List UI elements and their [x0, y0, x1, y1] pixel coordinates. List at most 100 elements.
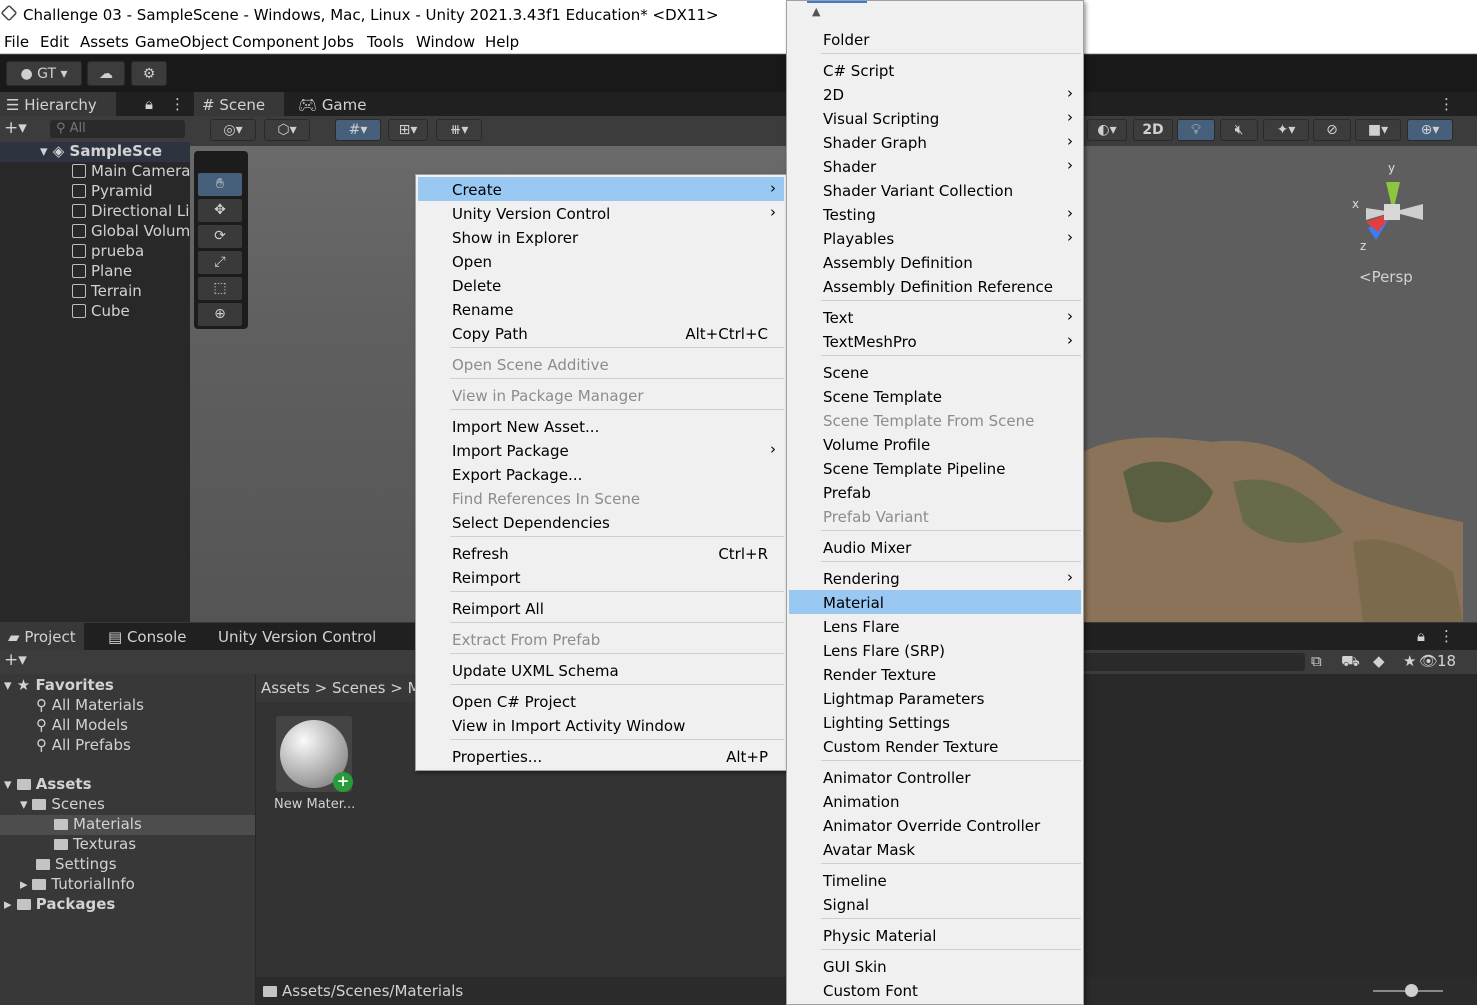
tree-packages[interactable]: ▸ Packages — [0, 895, 255, 915]
create-item-physic-material[interactable]: Physic Material — [789, 923, 1081, 947]
account-button[interactable]: ● GT ▾ — [6, 61, 82, 86]
hierarchy-item[interactable]: Plane — [0, 262, 190, 282]
hierarchy-item[interactable]: Directional Li — [0, 202, 190, 222]
grid-snap-button[interactable]: #▾ — [335, 119, 381, 141]
more-icon[interactable]: ⋮ — [1439, 627, 1454, 645]
hierarchy-item[interactable]: prueba — [0, 242, 190, 262]
add-icon[interactable]: +▾ — [4, 118, 27, 138]
audio-toggle-button[interactable]: 🔇︎ — [1220, 119, 1258, 141]
create-item-shader-graph[interactable]: Shader Graph › — [789, 130, 1081, 154]
menu-assets[interactable]: Assets — [80, 33, 129, 51]
tab-console[interactable]: ▤ Console — [100, 623, 195, 650]
create-item-text[interactable]: Text › — [789, 305, 1081, 329]
create-item-testing[interactable]: Testing › — [789, 202, 1081, 226]
ctx-item-open[interactable]: Open — [418, 249, 784, 273]
create-item-signal[interactable]: Signal — [789, 892, 1081, 916]
menu-window[interactable]: Window — [416, 33, 475, 51]
tab-hierarchy[interactable]: ☰ Hierarchy — [0, 92, 116, 116]
filter-type-icon[interactable]: ⧉ — [1311, 652, 1322, 670]
tree-item[interactable]: ⚲ All Materials — [0, 696, 255, 716]
ctx-item-delete[interactable]: Delete — [418, 273, 784, 297]
tree-item[interactable]: Texturas — [0, 835, 255, 855]
tree-assets[interactable]: ▾ Assets — [0, 775, 255, 795]
create-item-custom-font[interactable]: Custom Font — [789, 978, 1081, 1002]
create-item-material[interactable]: Material — [789, 590, 1081, 614]
tab-scene[interactable]: # Scene — [194, 92, 284, 116]
create-item-lens-flare[interactable]: Lens Flare — [789, 614, 1081, 638]
create-item-c-script[interactable]: C# Script — [789, 58, 1081, 82]
ctx-item-show-in-explorer[interactable]: Show in Explorer — [418, 225, 784, 249]
tree-item[interactable]: ⚲ All Prefabs — [0, 736, 255, 756]
create-item-prefab[interactable]: Prefab — [789, 480, 1081, 504]
tag-icon[interactable]: ◆ — [1373, 652, 1385, 670]
filter-label-icon[interactable]: ⛟ — [1341, 652, 1360, 672]
create-item-scene[interactable]: Scene — [789, 360, 1081, 384]
ctx-item-import-package[interactable]: Import Package › — [418, 438, 784, 462]
breadcrumb-item[interactable]: Scenes — [332, 679, 386, 697]
menu-edit[interactable]: Edit — [40, 33, 69, 51]
create-item-lighting-settings[interactable]: Lighting Settings — [789, 710, 1081, 734]
hierarchy-item[interactable]: Pyramid — [0, 182, 190, 202]
create-item-custom-render-texture[interactable]: Custom Render Texture — [789, 734, 1081, 758]
create-item-scene-template[interactable]: Scene Template — [789, 384, 1081, 408]
lighting-toggle-button[interactable]: 💡︎ — [1177, 119, 1215, 141]
lock-icon[interactable]: 🔒︎ — [1417, 627, 1425, 645]
ctx-item-copy-path[interactable]: Copy Path Alt+Ctrl+C — [418, 321, 784, 345]
draw-mode-button[interactable]: ◎▾ — [210, 119, 256, 141]
projection-label[interactable]: <Persp — [1359, 268, 1413, 286]
breadcrumb-item[interactable]: Assets — [261, 679, 310, 697]
2d-toggle-button[interactable]: 2D — [1133, 119, 1173, 141]
create-item-folder[interactable]: Folder — [789, 27, 1081, 51]
star-icon[interactable]: ★ — [1403, 652, 1416, 670]
create-item-visual-scripting[interactable]: Visual Scripting › — [789, 106, 1081, 130]
zoom-slider-handle[interactable] — [1405, 984, 1418, 997]
gizmos-button[interactable]: ⊕▾ — [1407, 119, 1453, 141]
project-search-input[interactable] — [1083, 653, 1305, 671]
create-item-textmeshpro[interactable]: TextMeshPro › — [789, 329, 1081, 353]
create-item-audio-mixer[interactable]: Audio Mixer — [789, 535, 1081, 559]
menu-tools[interactable]: Tools — [367, 33, 404, 51]
render-mode-button[interactable]: ⬡▾ — [264, 119, 310, 141]
menu-file[interactable]: File — [4, 33, 29, 51]
hierarchy-item[interactable]: Terrain — [0, 282, 190, 302]
ctx-item-unity-version-control[interactable]: Unity Version Control › — [418, 201, 784, 225]
scroll-up-icon[interactable]: ▲ — [812, 5, 820, 18]
create-item-animator-override-controller[interactable]: Animator Override Controller — [789, 813, 1081, 837]
material-asset-tile[interactable]: + — [276, 716, 353, 792]
create-item-animation[interactable]: Animation — [789, 789, 1081, 813]
ctx-item-reimport-all[interactable]: Reimport All — [418, 596, 784, 620]
menu-help[interactable]: Help — [485, 33, 519, 51]
menu-jobs[interactable]: Jobs — [323, 33, 354, 51]
tree-item[interactable]: ⚲ All Models — [0, 716, 255, 736]
create-item-gui-skin[interactable]: GUI Skin — [789, 954, 1081, 978]
ctx-item-refresh[interactable]: Refresh Ctrl+R — [418, 541, 784, 565]
create-item-playables[interactable]: Playables › — [789, 226, 1081, 250]
ruler-button[interactable]: ⧻▾ — [436, 119, 482, 141]
ctx-item-view-in-import-activity-window[interactable]: View in Import Activity Window — [418, 713, 784, 737]
ctx-item-create[interactable]: Create › — [418, 177, 784, 201]
camera-button[interactable]: ■▾ — [1355, 119, 1401, 141]
create-item-shader-variant-collection[interactable]: Shader Variant Collection — [789, 178, 1081, 202]
scene-root-item[interactable]: ▾ ◈ SampleSce — [0, 142, 190, 162]
create-item-assembly-definition[interactable]: Assembly Definition — [789, 250, 1081, 274]
collab-button[interactable]: ⚙ — [131, 61, 167, 86]
tab-game[interactable]: 🎮︎ Game — [296, 92, 366, 116]
tab-version-control[interactable]: Unity Version Control — [210, 623, 384, 650]
create-item-timeline[interactable]: Timeline — [789, 868, 1081, 892]
ctx-item-reimport[interactable]: Reimport — [418, 565, 784, 589]
orientation-gizmo[interactable]: y x z — [1338, 162, 1448, 272]
hidden-objects-button[interactable]: ⊘ — [1313, 119, 1351, 141]
create-item-animator-controller[interactable]: Animator Controller — [789, 765, 1081, 789]
tab-project[interactable]: ▰ Project — [0, 623, 84, 650]
tree-item[interactable]: ▾ Scenes — [0, 795, 255, 815]
ctx-item-rename[interactable]: Rename — [418, 297, 784, 321]
scale-tool-button[interactable]: ⤢ — [198, 251, 242, 274]
tree-favorites[interactable]: ▾ ★ Favorites — [0, 676, 255, 696]
create-item-lens-flare-srp[interactable]: Lens Flare (SRP) — [789, 638, 1081, 662]
create-item-assembly-definition-reference[interactable]: Assembly Definition Reference — [789, 274, 1081, 298]
ctx-item-select-dependencies[interactable]: Select Dependencies — [418, 510, 784, 534]
hierarchy-item[interactable]: Global Volum — [0, 222, 190, 242]
menu-component[interactable]: Component — [232, 33, 319, 51]
transform-tool-button[interactable]: ⊕ — [198, 303, 242, 326]
more-icon[interactable]: ⋮ — [170, 95, 185, 113]
